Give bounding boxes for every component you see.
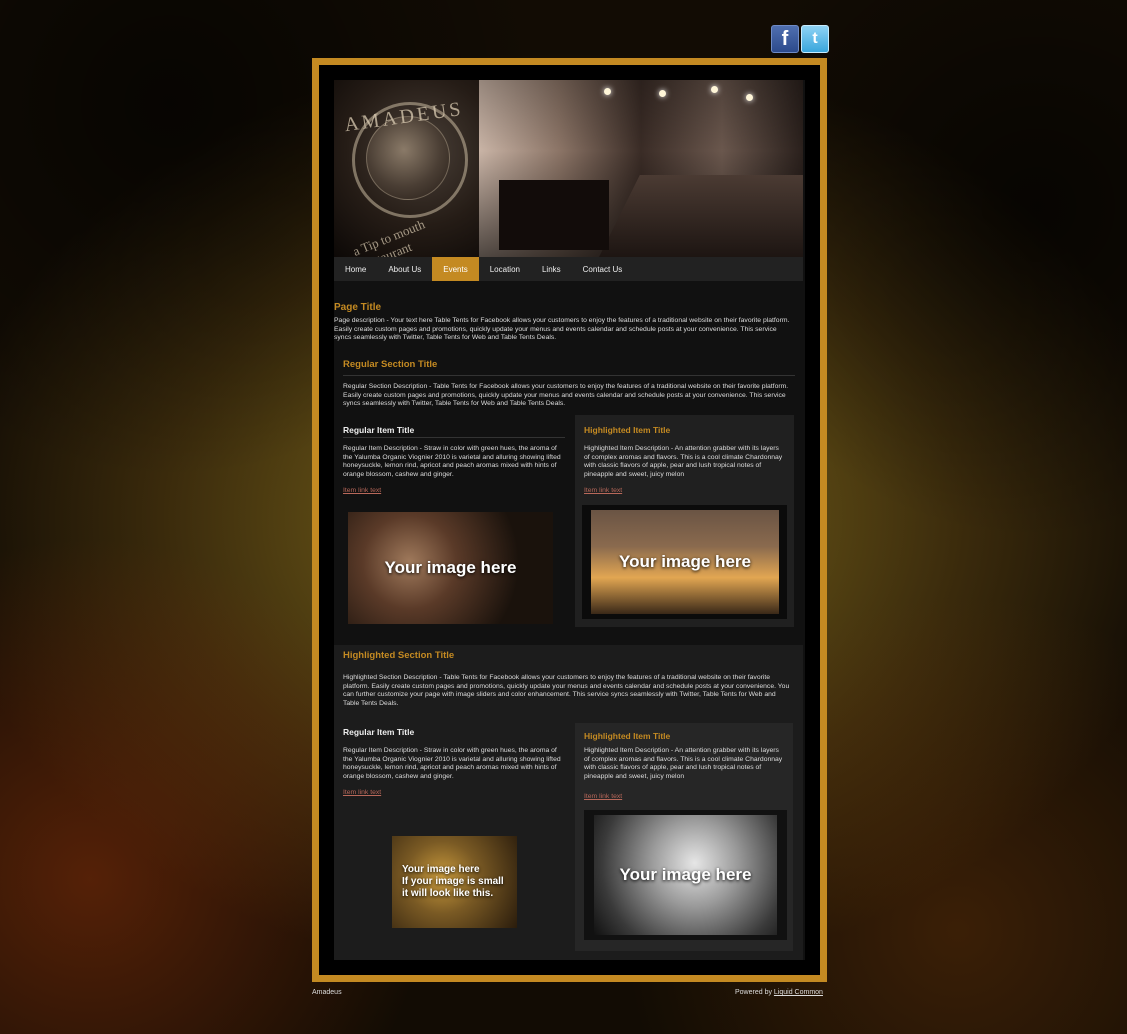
highlighted-item-link[interactable]: Item link text (584, 487, 622, 494)
lamp (604, 88, 611, 95)
page-description: Page description - Your text here Table … (334, 317, 790, 341)
footer-powered-by: Powered by Liquid Common (735, 989, 823, 996)
regular-item-title: Regular Item Title (343, 425, 415, 435)
small-image: Your image here If your image is small i… (392, 836, 517, 928)
regular-item-title: Regular Item Title (343, 727, 415, 737)
image-caption: Your image here If your image is small i… (402, 864, 504, 900)
regular-item-link[interactable]: Item link text (343, 487, 381, 494)
header-photo (479, 80, 803, 257)
regular-item-description: Regular Item Description - Straw in colo… (343, 747, 561, 780)
regular-item-image: Your image here (348, 512, 553, 624)
regular-item-link[interactable]: Item link text (343, 789, 381, 796)
regular-section-description: Regular Section Description - Table Tent… (343, 383, 789, 407)
highlighted-section-title: Highlighted Section Title (343, 650, 455, 661)
highlighted-item-title: Highlighted Item Title (584, 425, 671, 435)
highlighted-item-link[interactable]: Item link text (584, 793, 622, 800)
facebook-icon[interactable]: f (771, 25, 799, 53)
powered-by-link[interactable]: Liquid Common (774, 989, 823, 996)
highlighted-item-title: Highlighted Item Title (584, 731, 671, 741)
powered-by-prefix: Powered by (735, 989, 772, 996)
item-divider (343, 437, 565, 438)
regular-section-title: Regular Section Title (343, 359, 438, 370)
image-caption: Your image here (619, 552, 751, 572)
caption-line: it will look like this. (402, 888, 494, 899)
highlighted-item-image: Your image here (591, 510, 779, 614)
caption-line: If your image is small (402, 876, 504, 887)
logo[interactable]: AMADEUS a Tip to mouth Restaurant (334, 80, 479, 257)
image-caption: Your image here (619, 865, 752, 885)
highlighted-item-description: Highlighted Item Description - An attent… (584, 445, 783, 478)
highlighted-item-description: Highlighted Item Description - An attent… (584, 747, 783, 780)
image-caption: Your image here (384, 558, 517, 578)
footer-site-name: Amadeus (312, 989, 342, 996)
highlighted-item-image-frame: Your image here (584, 810, 787, 940)
nav-events[interactable]: Events (432, 257, 479, 281)
page-title: Page Title (334, 302, 382, 313)
page-content: AMADEUS a Tip to mouth Restaurant Home A… (334, 80, 805, 960)
photo-tables (499, 180, 609, 250)
page-frame-inner: AMADEUS a Tip to mouth Restaurant Home A… (319, 65, 820, 975)
nav-location[interactable]: Location (479, 257, 531, 281)
caption-line: Your image here (402, 864, 480, 875)
nav-links[interactable]: Links (531, 257, 572, 281)
page-frame: AMADEUS a Tip to mouth Restaurant Home A… (312, 58, 827, 982)
highlighted-item-image-frame: Your image here (582, 505, 787, 619)
photo-floor (599, 175, 803, 257)
nav-home[interactable]: Home (334, 257, 377, 281)
nav-about-us[interactable]: About Us (377, 257, 432, 281)
highlighted-item-image: Your image here (594, 815, 777, 935)
lamp (746, 94, 753, 101)
header-banner: AMADEUS a Tip to mouth Restaurant (334, 80, 803, 257)
regular-item-description: Regular Item Description - Straw in colo… (343, 445, 561, 478)
main-nav: Home About Us Events Location Links Cont… (334, 257, 803, 281)
nav-contact-us[interactable]: Contact Us (572, 257, 634, 281)
highlighted-section-description: Highlighted Section Description - Table … (343, 674, 790, 707)
section-divider (343, 375, 795, 376)
lamp (711, 86, 718, 93)
twitter-icon[interactable]: t (801, 25, 829, 53)
lamp (659, 90, 666, 97)
